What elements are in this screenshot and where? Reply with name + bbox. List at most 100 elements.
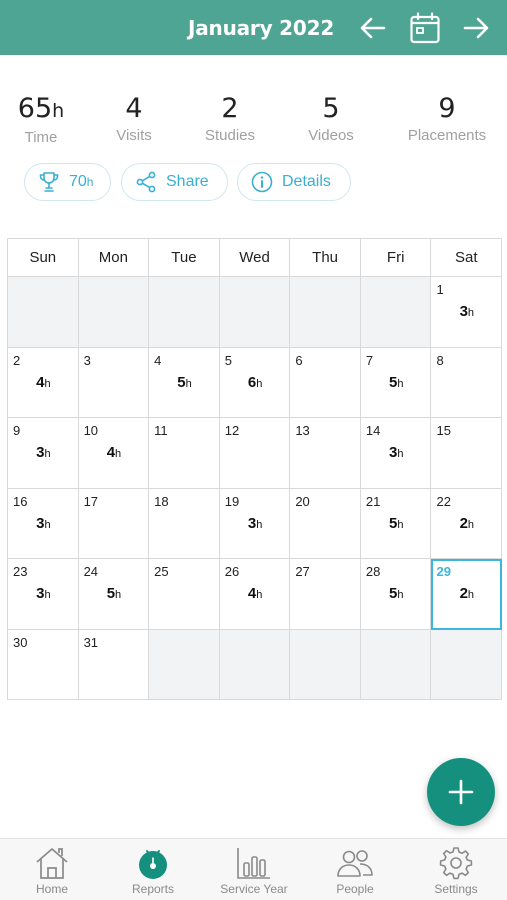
tab-reports[interactable]: Reports — [108, 839, 198, 900]
calendar-day-cell[interactable]: 17 — [78, 488, 150, 559]
day-hours-unit: h — [115, 589, 122, 601]
bar-chart-icon — [237, 848, 270, 879]
day-hours-unit: h — [467, 518, 475, 531]
day-number: 21 — [365, 493, 381, 509]
day-number: 1 — [436, 282, 444, 297]
details-label: Details — [282, 173, 331, 190]
day-hours: 3h — [389, 444, 403, 461]
calendar-day-cell[interactable]: 18 — [149, 488, 220, 559]
weekday-header-cell: Sat — [431, 239, 503, 277]
stat-label: Studies — [204, 127, 256, 144]
calendar-day-cell[interactable]: 1 3h — [431, 277, 503, 348]
calendar-empty-cell — [219, 277, 291, 348]
calendar-day-cell[interactable]: 31 — [78, 629, 150, 700]
day-hours-unit: h — [44, 448, 51, 460]
day-number: 18 — [154, 493, 169, 509]
calendar-grid: Sun Mon Tue Wed Thu Fri Sat 1 3h 2 4h 3 4 5h 5 6h 6 7 5h 8… — [7, 238, 503, 700]
calendar-day-cell[interactable]: 26 4h — [219, 559, 291, 630]
calendar-day-cell[interactable]: 15 — [431, 418, 503, 489]
day-hours-unit: h — [44, 589, 51, 601]
arrow-right-icon[interactable] — [461, 12, 491, 44]
day-hours: 4h — [248, 585, 262, 602]
tab-people[interactable]: People — [310, 839, 400, 900]
calendar-icon[interactable] — [410, 12, 440, 44]
day-hours: 5h — [177, 374, 191, 391]
share-button[interactable]: Share — [121, 163, 228, 201]
calendar-day-cell[interactable]: 6 — [290, 347, 361, 418]
stat-value: 9 — [438, 93, 456, 124]
stat-studies[interactable]: 2 Studies — [205, 92, 255, 146]
trophy-icon — [39, 172, 59, 192]
day-number: 19 — [224, 493, 240, 509]
day-number: 17 — [83, 493, 99, 509]
day-hours-value: 2 — [459, 514, 468, 532]
share-icon — [136, 171, 156, 193]
day-number: 9 — [13, 423, 21, 438]
day-number: 15 — [436, 423, 451, 438]
stat-placements[interactable]: 9 Placements — [408, 92, 486, 146]
calendar-day-cell[interactable]: 21 5h — [360, 488, 432, 559]
tab-home[interactable]: Home — [7, 839, 97, 900]
calendar-day-cell[interactable]: 27 — [290, 559, 361, 630]
calendar-day-cell[interactable]: 3 — [78, 347, 150, 418]
day-number: 25 — [154, 564, 169, 579]
calendar-day-cell[interactable]: 5 6h — [219, 347, 291, 418]
day-hours: 4h — [107, 444, 121, 461]
day-number: 24 — [83, 564, 99, 579]
tab-settings[interactable]: Settings — [411, 839, 501, 900]
day-hours: 3h — [36, 585, 50, 602]
tab-label: Settings — [434, 882, 478, 896]
stat-videos[interactable]: 5 Videos — [308, 92, 354, 146]
calendar-week-row: 2 4h 3 4 5h 5 6h 6 7 5h 8 — [8, 347, 503, 418]
calendar-day-cell[interactable]: 13 — [290, 418, 361, 489]
calendar-day-cell[interactable]: 7 5h — [360, 347, 432, 418]
calendar-day-cell[interactable]: 8 — [431, 347, 503, 418]
calendar-day-cell[interactable]: 30 — [8, 629, 79, 700]
stat-visits[interactable]: 4 Visits — [116, 92, 152, 146]
calendar-day-cell[interactable]: 10 4h — [78, 418, 150, 489]
calendar-week-row: 1 3h — [8, 277, 503, 348]
day-number: 30 — [13, 634, 28, 650]
calendar-day-cell[interactable]: 25 — [149, 559, 220, 630]
calendar-day-cell[interactable]: 20 — [290, 488, 361, 559]
calendar-empty-cell — [290, 629, 361, 700]
reports-icon — [139, 850, 167, 879]
calendar-day-cell[interactable]: 14 3h — [360, 418, 432, 489]
arrow-left-icon[interactable] — [358, 12, 388, 44]
calendar-week-row: 30 31 — [8, 629, 503, 700]
calendar-day-cell[interactable]: 2 4h — [8, 347, 79, 418]
day-hours: 2h — [460, 515, 474, 532]
calendar-day-cell[interactable]: 24 5h — [78, 559, 150, 630]
calendar-day-cell[interactable]: 28 5h — [360, 559, 432, 630]
calendar-day-cell[interactable]: 9 3h — [8, 418, 79, 489]
calendar-day-cell[interactable]: 16 3h — [8, 488, 79, 559]
day-hours: 3h — [36, 444, 50, 461]
day-number: 27 — [295, 564, 310, 579]
goal-button[interactable]: 70 h — [24, 163, 111, 201]
day-hours-value: 5 — [177, 373, 186, 391]
calendar-day-cell[interactable]: 11 — [149, 418, 220, 489]
day-number: 2 — [13, 352, 21, 368]
day-hours-unit: h — [397, 377, 404, 390]
stat-label: Placements — [407, 127, 487, 144]
calendar-day-cell[interactable]: 4 5h — [149, 347, 220, 418]
day-number: 31 — [83, 634, 99, 650]
calendar-day-cell[interactable]: 23 3h — [8, 559, 79, 630]
calendar-day-cell[interactable]: 12 — [219, 418, 291, 489]
calendar-day-cell[interactable]: 29 2h — [431, 559, 503, 630]
calendar-day-cell[interactable]: 22 2h — [431, 488, 503, 559]
day-hours: 5h — [389, 515, 403, 532]
add-entry-button[interactable] — [427, 758, 495, 826]
tab-label: Reports — [131, 882, 175, 896]
calendar-empty-cell — [8, 277, 79, 348]
weekday-header-cell: Wed — [219, 239, 291, 277]
stat-value: 2 — [221, 93, 239, 124]
calendar-day-cell[interactable]: 19 3h — [219, 488, 291, 559]
tab-service-year[interactable]: Service Year — [209, 839, 299, 900]
day-number: 6 — [295, 352, 303, 368]
stat-label: Videos — [308, 127, 354, 144]
details-button[interactable]: Details — [237, 163, 351, 201]
stat-time[interactable]: 65h Time — [18, 92, 64, 148]
day-hours: 3h — [248, 515, 262, 532]
people-icon — [337, 850, 373, 877]
